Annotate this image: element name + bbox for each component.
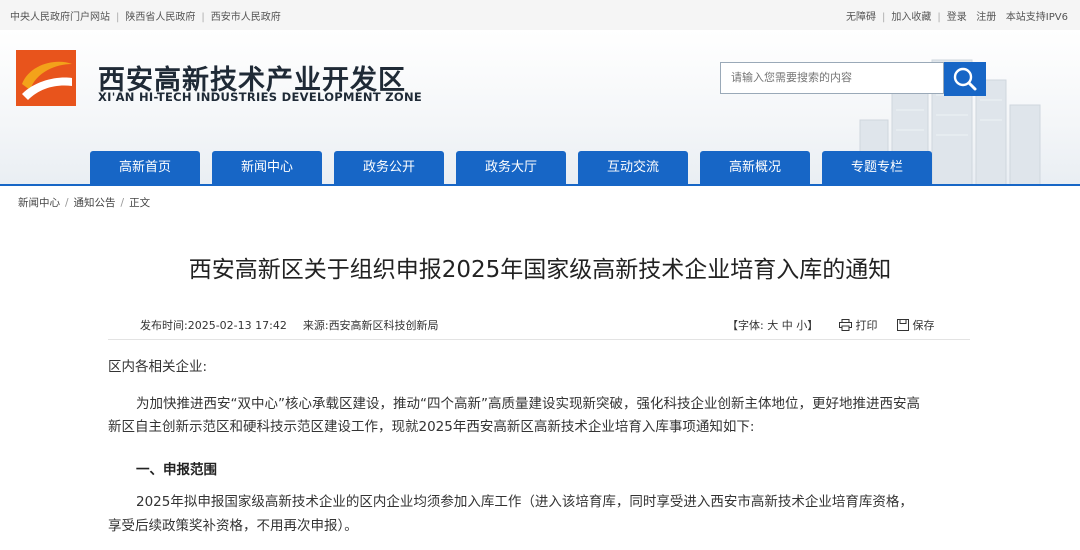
breadcrumb: 新闻中心 / 通知公告 / 正文 [18,195,150,210]
site-logo[interactable] [16,50,76,106]
publish-time: 2025-02-13 17:42 [187,319,287,332]
main-nav: 高新首页 新闻中心 政务公开 政务大厅 互动交流 高新概况 专题专栏 [0,151,1080,185]
nav-special[interactable]: 专题专栏 [822,151,932,185]
search-input[interactable] [720,62,944,94]
link-register[interactable]: 注册 [976,12,996,23]
divider: | [937,12,941,23]
link-xian-gov[interactable]: 西安市人民政府 [211,12,281,23]
top-bar: 中央人民政府门户网站 | 陕西省人民政府 | 西安市人民政府 无障碍 | 加入收藏 | 登录 注… [0,0,1080,30]
print-label: 打印 [855,319,878,332]
save-icon [897,319,909,331]
nav-overview[interactable]: 高新概况 [700,151,810,185]
font-size-small[interactable]: 小 [796,319,807,332]
paragraph-1-line-1: 为加快推进西安“双中心”核心承载区建设，推动“四个高新”高质量建设实现新突破，强… [136,396,920,412]
top-links-left: 中央人民政府门户网站 | 陕西省人民政府 | 西安市人民政府 [10,8,281,23]
nav-gov-affairs[interactable]: 政务公开 [334,151,444,185]
font-size-large[interactable]: 大 [767,319,778,332]
article-title: 西安高新区关于组织申报2025年国家级高新技术企业培育入库的通知 [188,257,892,283]
search-button[interactable] [944,62,986,96]
divider: | [881,12,886,23]
breadcrumb-current: 正文 [129,197,151,209]
search-icon [953,67,977,91]
site-name-en: XI'AN HI-TECH INDUSTRIES DEVELOPMENT ZON… [98,90,423,104]
paragraph-1-line-2: 新区自主创新示范区和硬科技示范区建设工作，现就2025年西安高新区高新技术企业培… [108,419,755,435]
top-links-right: 无障碍 | 加入收藏 | 登录 注册 本站支持IPV6 [846,8,1068,23]
breadcrumb-notices[interactable]: 通知公告 [74,197,116,209]
link-shaanxi-gov[interactable]: 陕西省人民政府 [125,12,195,23]
ipv6-note: 本站支持IPV6 [1005,12,1068,23]
breadcrumb-sep: / [120,197,125,209]
nav-interaction[interactable]: 互动交流 [578,151,688,185]
divider: | [116,12,120,23]
salutation: 区内各相关企业: [108,359,208,375]
section-heading: 一、申报范围 [136,462,217,478]
article-meta: 发布时间:2025-02-13 17:42 来源:西安高新区科技创新局 [140,317,439,333]
article-tools: 【字体: 大 中 小】 打印 保存 [727,317,935,333]
font-size-medium[interactable]: 中 [782,319,793,332]
search-box [720,62,986,96]
link-add-favorite[interactable]: 加入收藏 [891,12,931,23]
print-button[interactable]: 打印 [839,317,878,333]
font-size-label: 【字体: [727,319,764,332]
publish-label: 发布时间: [140,319,188,332]
link-central-gov[interactable]: 中央人民政府门户网站 [10,12,110,23]
breadcrumb-sep: / [65,197,69,209]
source-label: 来源: [302,319,329,332]
meta-divider [108,339,970,340]
link-accessibility[interactable]: 无障碍 [846,12,876,23]
nav-news[interactable]: 新闻中心 [212,151,322,185]
nav-service-hall[interactable]: 政务大厅 [456,151,566,185]
breadcrumb-news[interactable]: 新闻中心 [18,197,60,209]
nav-underline [0,184,1080,186]
article: 西安高新区关于组织申报2025年国家级高新技术企业培育入库的通知 发布时间:20… [0,215,1080,550]
save-button[interactable]: 保存 [897,317,935,333]
paragraph-2-line-1: 2025年拟申报国家级高新技术企业的区内企业均须参加入库工作（进入该培育库，同时… [136,494,913,510]
font-size-close: 】 [807,319,819,332]
link-login[interactable]: 登录 [947,12,967,23]
nav-home[interactable]: 高新首页 [90,151,200,185]
printer-icon [839,319,852,331]
source: 西安高新区科技创新局 [328,319,439,332]
divider: | [201,12,205,23]
paragraph-2-line-2: 享受后续政策奖补资格，不用再次申报）。 [108,518,358,534]
save-label: 保存 [912,319,935,332]
